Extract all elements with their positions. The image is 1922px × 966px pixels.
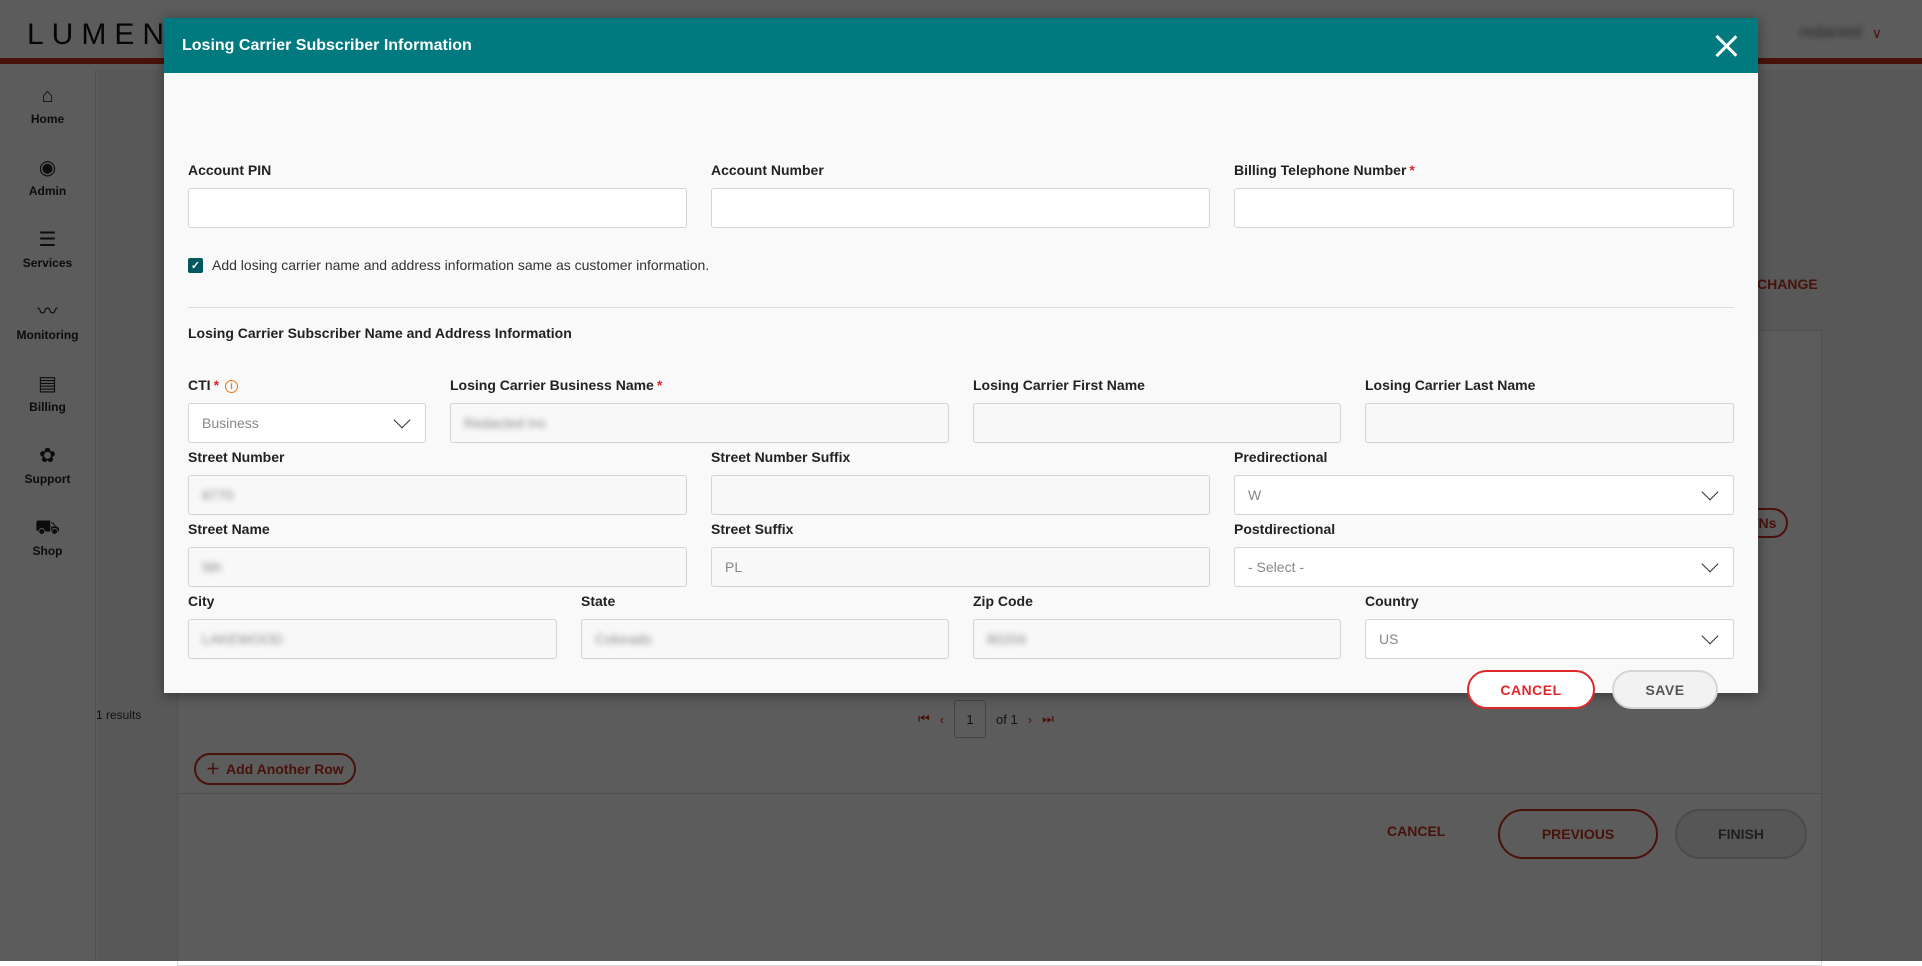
section-divider <box>188 307 1734 308</box>
predirectional-label: Predirectional <box>1234 449 1328 465</box>
street-number-input[interactable]: 8770 <box>188 475 687 515</box>
postdirectional-field: Postdirectional - Select - <box>1234 519 1734 587</box>
zip-code-value: 80204 <box>987 631 1026 647</box>
street-number-suffix-label: Street Number Suffix <box>711 449 851 465</box>
country-select[interactable]: US <box>1365 619 1734 659</box>
chevron-down-icon <box>1701 483 1719 501</box>
business-name-input[interactable]: Redacted Inc <box>450 403 949 443</box>
same-as-customer-label: Add losing carrier name and address info… <box>212 257 710 273</box>
modal-title: Losing Carrier Subscriber Information <box>182 36 472 54</box>
account-number-field: Account Number <box>711 160 1210 228</box>
save-button[interactable]: SAVE <box>1612 670 1718 709</box>
business-name-label-text: Losing Carrier Business Name <box>450 377 654 393</box>
predirectional-select[interactable]: W <box>1234 475 1734 515</box>
country-label: Country <box>1365 593 1419 609</box>
account-pin-field: Account PIN <box>188 160 687 228</box>
same-as-customer-checkbox[interactable]: ✓ <box>188 257 203 273</box>
cti-label: CTI * i <box>188 375 426 395</box>
last-name-label: Losing Carrier Last Name <box>1365 377 1536 393</box>
first-name-field: Losing Carrier First Name <box>973 375 1341 443</box>
state-field: State Colorado <box>581 591 949 659</box>
last-name-input[interactable] <box>1365 403 1734 443</box>
first-name-label: Losing Carrier First Name <box>973 377 1145 393</box>
business-name-value: Redacted Inc <box>464 415 547 431</box>
account-pin-input[interactable] <box>188 188 687 228</box>
street-number-suffix-input[interactable] <box>711 475 1210 515</box>
account-pin-label: Account PIN <box>188 162 272 178</box>
same-as-customer-row[interactable]: ✓ Add losing carrier name and address in… <box>188 257 709 273</box>
city-label: City <box>188 593 215 609</box>
chevron-down-icon <box>1701 555 1719 573</box>
country-value: US <box>1379 631 1399 647</box>
info-icon[interactable]: i <box>225 380 239 393</box>
street-name-value: 5th <box>202 559 222 575</box>
cancel-button[interactable]: CANCEL <box>1467 670 1595 709</box>
business-name-field: Losing Carrier Business Name * Redacted I… <box>450 375 949 443</box>
required-marker: * <box>1409 162 1415 178</box>
section-title: Losing Carrier Subscriber Name and Addre… <box>188 325 572 341</box>
modal-header: Losing Carrier Subscriber Information <box>164 18 1758 73</box>
street-suffix-field: Street Suffix PL <box>711 519 1210 587</box>
billing-telephone-field: Billing Telephone Number * <box>1234 160 1734 228</box>
street-suffix-label: Street Suffix <box>711 521 794 537</box>
losing-carrier-modal: Losing Carrier Subscriber Information Ac… <box>164 18 1758 709</box>
business-name-label: Losing Carrier Business Name * <box>450 375 949 395</box>
street-name-label: Street Name <box>188 521 270 537</box>
account-number-input[interactable] <box>711 188 1210 228</box>
billing-telephone-input[interactable] <box>1234 188 1734 228</box>
city-input[interactable]: LAKEWOOD <box>188 619 557 659</box>
postdirectional-label: Postdirectional <box>1234 521 1336 537</box>
cti-label-text: CTI <box>188 377 211 393</box>
state-value: Colorado <box>595 631 652 647</box>
state-input[interactable]: Colorado <box>581 619 949 659</box>
cti-field: CTI * i Business <box>188 375 426 443</box>
chevron-down-icon <box>1701 627 1719 645</box>
predirectional-field: Predirectional W <box>1234 447 1734 515</box>
country-field: Country US <box>1365 591 1734 659</box>
cti-select[interactable]: Business <box>188 403 426 443</box>
last-name-field: Losing Carrier Last Name <box>1365 375 1734 443</box>
street-name-field: Street Name 5th <box>188 519 687 587</box>
predirectional-value: W <box>1248 487 1262 503</box>
street-number-label: Street Number <box>188 449 285 465</box>
billing-telephone-label-text: Billing Telephone Number <box>1234 162 1407 178</box>
street-number-field: Street Number 8770 <box>188 447 687 515</box>
state-label: State <box>581 593 616 609</box>
billing-telephone-label: Billing Telephone Number * <box>1234 160 1734 180</box>
street-number-suffix-field: Street Number Suffix <box>711 447 1210 515</box>
zip-code-label: Zip Code <box>973 593 1033 609</box>
street-number-value: 8770 <box>202 487 234 503</box>
street-suffix-input[interactable]: PL <box>711 547 1210 587</box>
city-value: LAKEWOOD <box>202 631 283 647</box>
postdirectional-value: - Select - <box>1248 559 1305 575</box>
postdirectional-select[interactable]: - Select - <box>1234 547 1734 587</box>
required-marker: * <box>656 377 663 393</box>
first-name-input[interactable] <box>973 403 1341 443</box>
street-name-input[interactable]: 5th <box>188 547 687 587</box>
required-marker: * <box>213 377 220 393</box>
account-number-label: Account Number <box>711 162 824 178</box>
chevron-down-icon <box>393 411 411 429</box>
cti-value: Business <box>202 415 259 431</box>
zip-code-input[interactable]: 80204 <box>973 619 1341 659</box>
zip-code-field: Zip Code 80204 <box>973 591 1341 659</box>
close-icon[interactable] <box>1712 32 1740 60</box>
city-field: City LAKEWOOD <box>188 591 557 659</box>
